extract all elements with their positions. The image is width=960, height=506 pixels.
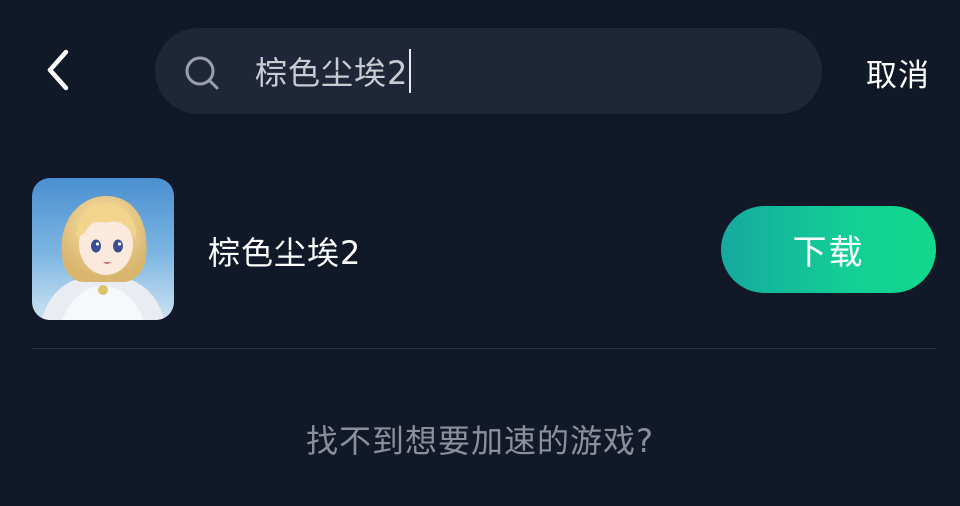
search-icon [185, 56, 219, 90]
cancel-button[interactable]: 取消 [866, 50, 930, 95]
back-button[interactable] [30, 42, 86, 98]
search-query-text: 棕色尘埃2 [255, 54, 409, 92]
divider [32, 348, 936, 349]
chevron-left-icon [47, 49, 69, 91]
search-page: 棕色尘埃2 取消 棕色尘埃2 下载 找不到想要加速的游戏? [0, 0, 960, 506]
result-item[interactable]: 棕色尘埃2 下载 [32, 178, 936, 321]
download-button[interactable]: 下载 [721, 206, 936, 293]
text-caret [409, 49, 412, 93]
search-input[interactable]: 棕色尘埃2 [255, 46, 412, 96]
help-link[interactable]: 找不到想要加速的游戏? [0, 416, 960, 462]
game-app-icon [32, 178, 174, 320]
game-name: 棕色尘埃2 [208, 234, 362, 272]
search-bar[interactable]: 棕色尘埃2 [155, 28, 822, 114]
